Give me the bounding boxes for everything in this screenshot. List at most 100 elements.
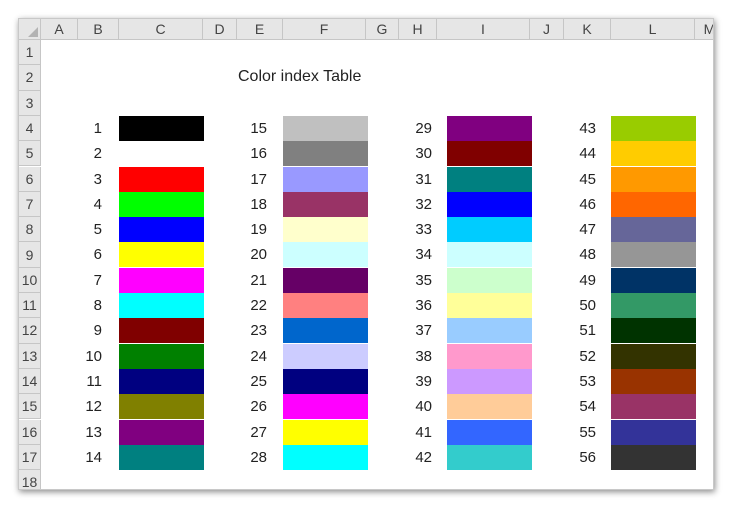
color-swatch-43[interactable] xyxy=(611,115,696,141)
color-index-number[interactable]: 49 xyxy=(564,268,596,293)
column-header-j[interactable]: J xyxy=(530,19,564,40)
color-swatch-2[interactable] xyxy=(119,141,204,167)
color-index-number[interactable]: 2 xyxy=(70,141,102,166)
select-all-button[interactable] xyxy=(19,19,41,40)
color-index-number[interactable]: 56 xyxy=(564,445,596,470)
color-swatch-48[interactable] xyxy=(611,242,696,268)
color-index-number[interactable]: 45 xyxy=(564,167,596,192)
color-index-number[interactable]: 25 xyxy=(235,369,267,394)
color-swatch-14[interactable] xyxy=(119,444,204,470)
color-index-number[interactable]: 39 xyxy=(400,369,432,394)
column-header-b[interactable]: B xyxy=(78,19,119,40)
color-swatch-36[interactable] xyxy=(447,293,532,318)
color-index-number[interactable]: 23 xyxy=(235,318,267,343)
color-index-number[interactable]: 27 xyxy=(235,420,267,445)
color-swatch-53[interactable] xyxy=(611,368,696,394)
row-header-9[interactable]: 9 xyxy=(19,242,41,268)
color-index-number[interactable]: 48 xyxy=(564,242,596,267)
color-index-number[interactable]: 11 xyxy=(70,369,102,394)
color-index-number[interactable]: 33 xyxy=(400,217,432,242)
color-index-number[interactable]: 32 xyxy=(400,192,432,217)
row-header-5[interactable]: 5 xyxy=(19,141,41,167)
color-swatch-16[interactable] xyxy=(283,141,368,167)
row-header-7[interactable]: 7 xyxy=(19,191,41,218)
color-index-number[interactable]: 34 xyxy=(400,242,432,267)
color-index-number[interactable]: 52 xyxy=(564,344,596,369)
color-swatch-11[interactable] xyxy=(119,368,204,394)
color-swatch-23[interactable] xyxy=(283,318,368,344)
color-swatch-7[interactable] xyxy=(119,267,204,293)
color-swatch-28[interactable] xyxy=(283,444,368,470)
color-index-number[interactable]: 46 xyxy=(564,192,596,217)
column-header-l[interactable]: L xyxy=(611,19,695,40)
color-swatch-30[interactable] xyxy=(447,141,532,167)
color-swatch-26[interactable] xyxy=(283,394,368,420)
color-swatch-50[interactable] xyxy=(611,293,696,318)
color-index-number[interactable]: 54 xyxy=(564,394,596,419)
color-swatch-41[interactable] xyxy=(447,419,532,445)
color-swatch-54[interactable] xyxy=(611,394,696,420)
row-header-10[interactable]: 10 xyxy=(19,267,41,293)
color-index-number[interactable]: 7 xyxy=(70,268,102,293)
column-header-a[interactable]: A xyxy=(41,19,78,40)
row-header-15[interactable]: 15 xyxy=(19,394,41,420)
color-index-number[interactable]: 5 xyxy=(70,217,102,242)
color-swatch-22[interactable] xyxy=(283,293,368,318)
color-index-number[interactable]: 17 xyxy=(235,167,267,192)
color-index-number[interactable]: 16 xyxy=(235,141,267,166)
color-swatch-24[interactable] xyxy=(283,343,368,369)
column-header-m[interactable]: M xyxy=(695,19,713,40)
color-swatch-46[interactable] xyxy=(611,191,696,217)
color-swatch-1[interactable] xyxy=(119,115,204,141)
color-index-number[interactable]: 55 xyxy=(564,420,596,445)
color-index-number[interactable]: 1 xyxy=(70,116,102,141)
color-index-number[interactable]: 9 xyxy=(70,318,102,343)
color-swatch-49[interactable] xyxy=(611,267,696,293)
row-header-3[interactable]: 3 xyxy=(19,90,41,116)
color-swatch-4[interactable] xyxy=(119,191,204,217)
column-header-h[interactable]: H xyxy=(399,19,437,40)
column-header-k[interactable]: K xyxy=(564,19,611,40)
color-swatch-21[interactable] xyxy=(283,267,368,293)
row-header-16[interactable]: 16 xyxy=(19,419,41,445)
column-header-d[interactable]: D xyxy=(203,19,237,40)
color-swatch-25[interactable] xyxy=(283,368,368,394)
color-index-number[interactable]: 51 xyxy=(564,318,596,343)
color-index-number[interactable]: 37 xyxy=(400,318,432,343)
color-index-number[interactable]: 13 xyxy=(70,420,102,445)
color-swatch-5[interactable] xyxy=(119,217,204,243)
color-index-number[interactable]: 31 xyxy=(400,167,432,192)
color-index-number[interactable]: 26 xyxy=(235,394,267,419)
color-index-number[interactable]: 14 xyxy=(70,445,102,470)
color-swatch-35[interactable] xyxy=(447,267,532,293)
color-swatch-47[interactable] xyxy=(611,217,696,243)
color-swatch-32[interactable] xyxy=(447,191,532,217)
column-header-i[interactable]: I xyxy=(437,19,530,40)
color-swatch-44[interactable] xyxy=(611,141,696,167)
color-index-number[interactable]: 44 xyxy=(564,141,596,166)
row-header-6[interactable]: 6 xyxy=(19,166,41,192)
color-swatch-42[interactable] xyxy=(447,444,532,470)
row-header-4[interactable]: 4 xyxy=(19,115,41,142)
color-swatch-52[interactable] xyxy=(611,343,696,369)
column-header-g[interactable]: G xyxy=(366,19,399,40)
column-header-c[interactable]: C xyxy=(119,19,203,40)
row-header-2[interactable]: 2 xyxy=(19,65,41,91)
color-index-number[interactable]: 42 xyxy=(400,445,432,470)
color-index-number[interactable]: 24 xyxy=(235,344,267,369)
color-swatch-15[interactable] xyxy=(283,115,368,141)
row-header-11[interactable]: 11 xyxy=(19,293,41,319)
column-header-e[interactable]: E xyxy=(237,19,283,40)
color-swatch-55[interactable] xyxy=(611,419,696,445)
color-swatch-13[interactable] xyxy=(119,419,204,445)
color-index-number[interactable]: 21 xyxy=(235,268,267,293)
color-index-number[interactable]: 22 xyxy=(235,293,267,318)
color-swatch-40[interactable] xyxy=(447,394,532,420)
color-swatch-39[interactable] xyxy=(447,368,532,394)
color-swatch-31[interactable] xyxy=(447,166,532,192)
color-swatch-18[interactable] xyxy=(283,191,368,217)
color-index-number[interactable]: 12 xyxy=(70,394,102,419)
color-swatch-19[interactable] xyxy=(283,217,368,243)
color-swatch-37[interactable] xyxy=(447,318,532,344)
color-index-number[interactable]: 53 xyxy=(564,369,596,394)
